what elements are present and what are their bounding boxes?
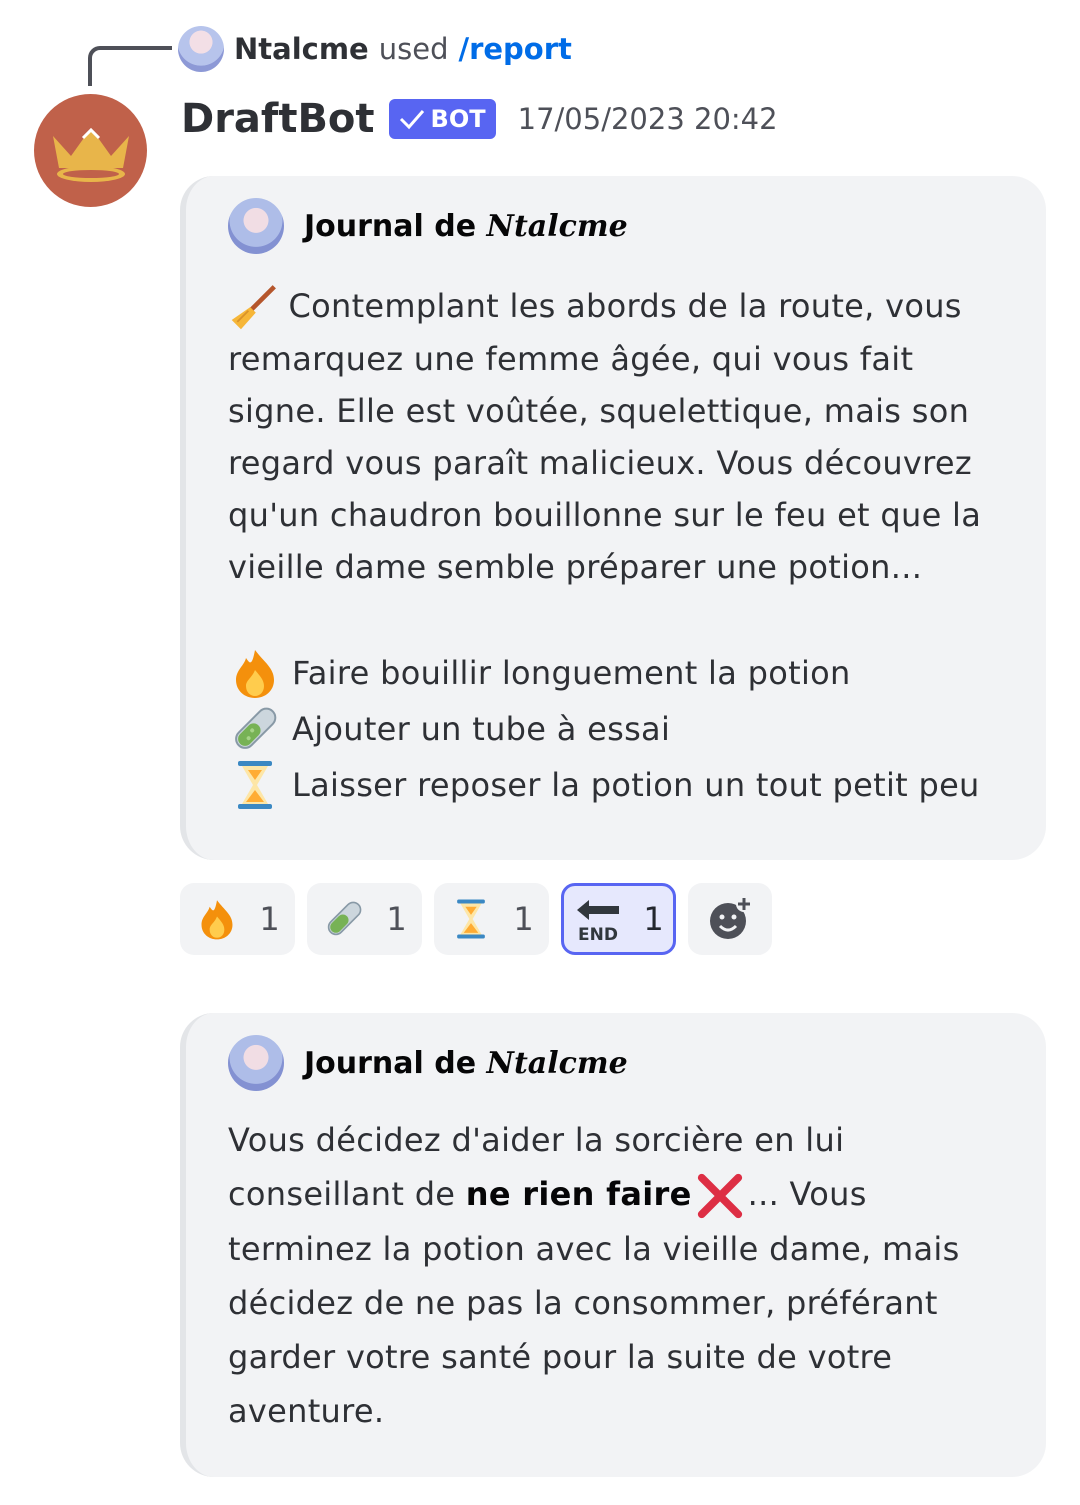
embed-author: Journal de Ntalcme	[228, 198, 628, 254]
option-hourglass-text: Laisser reposer la potion un tout petit …	[292, 766, 980, 804]
reaction-count: 1	[513, 900, 534, 938]
embed-description: Contemplant les abords de la route, vous…	[228, 280, 1016, 813]
reaction-hourglass[interactable]: 1	[434, 883, 549, 955]
reply-context[interactable]: Ntalcme used /report	[178, 26, 572, 72]
bot-badge: BOT	[388, 99, 496, 139]
embed-author-prefix: Journal de	[304, 1045, 477, 1081]
embed-author-avatar	[228, 198, 284, 254]
message-timestamp: 17/05/2023 20:42	[517, 102, 778, 136]
embed-author-prefix: Journal de	[304, 208, 477, 244]
embed-intro-text: Contemplant les abords de la route, vous…	[228, 287, 982, 586]
reaction-count: 1	[259, 900, 280, 938]
embed-author-avatar	[228, 1035, 284, 1091]
reaction-test-tube[interactable]: 1	[307, 883, 422, 955]
test-tube-icon	[235, 707, 277, 749]
option-fire: Faire bouillir longuement la potion	[228, 645, 1016, 701]
option-test-tube: Ajouter un tube à essai	[228, 701, 1016, 757]
embed-author-name: Ntalcme	[486, 208, 628, 244]
test-tube-icon	[328, 901, 362, 936]
crown-icon	[52, 127, 129, 182]
embed-journal-1: Journal de Ntalcme Contemplant les abord…	[180, 176, 1046, 860]
reply-command[interactable]: /report	[458, 27, 571, 71]
add-reaction-button[interactable]	[688, 883, 772, 955]
embed-author: Journal de Ntalcme	[228, 1035, 628, 1091]
option-fire-text: Faire bouillir longuement la potion	[292, 654, 851, 692]
cross-mark-icon	[697, 1173, 742, 1219]
fire-icon	[236, 650, 274, 698]
bot-badge-label: BOT	[430, 105, 486, 133]
option-hourglass: Laisser reposer la potion un tout petit …	[228, 757, 1016, 813]
reaction-end[interactable]: END 1	[561, 883, 676, 955]
end-arrow-icon: END	[577, 900, 620, 944]
bot-username[interactable]: DraftBot	[181, 96, 375, 142]
hourglass-icon	[238, 761, 272, 809]
add-reaction-icon	[710, 896, 752, 939]
reaction-count: 1	[643, 900, 664, 938]
embed-journal-2: Journal de Ntalcme Vous décidez d'aider …	[180, 1013, 1046, 1477]
reactions-bar: 1 1 1 END 1	[180, 883, 772, 955]
embed-result-text: Vous décidez d'aider la sorcière en lui …	[228, 1113, 1016, 1438]
reply-verb: used	[378, 32, 449, 66]
embed-intro: Contemplant les abords de la route, vous…	[228, 280, 1016, 593]
reaction-count: 1	[386, 900, 407, 938]
result-text-bold: ne rien faire	[465, 1175, 692, 1213]
embed-author-name: Ntalcme	[486, 1045, 628, 1081]
option-test-tube-text: Ajouter un tube à essai	[292, 710, 671, 748]
fire-icon	[201, 900, 233, 940]
reply-user-avatar[interactable]	[178, 26, 224, 72]
reply-connector	[88, 46, 172, 86]
hourglass-icon	[457, 899, 486, 939]
svg-text:END: END	[578, 925, 618, 944]
result-text-after: ... Vous terminez la potion avec la viei…	[228, 1175, 960, 1430]
reaction-fire[interactable]: 1	[180, 883, 295, 955]
bot-avatar[interactable]	[34, 94, 147, 207]
message-header: DraftBot BOT 17/05/2023 20:42	[181, 96, 778, 142]
checkmark-icon	[399, 110, 424, 130]
broom-icon	[231, 285, 276, 330]
reply-username[interactable]: Ntalcme	[234, 27, 369, 71]
